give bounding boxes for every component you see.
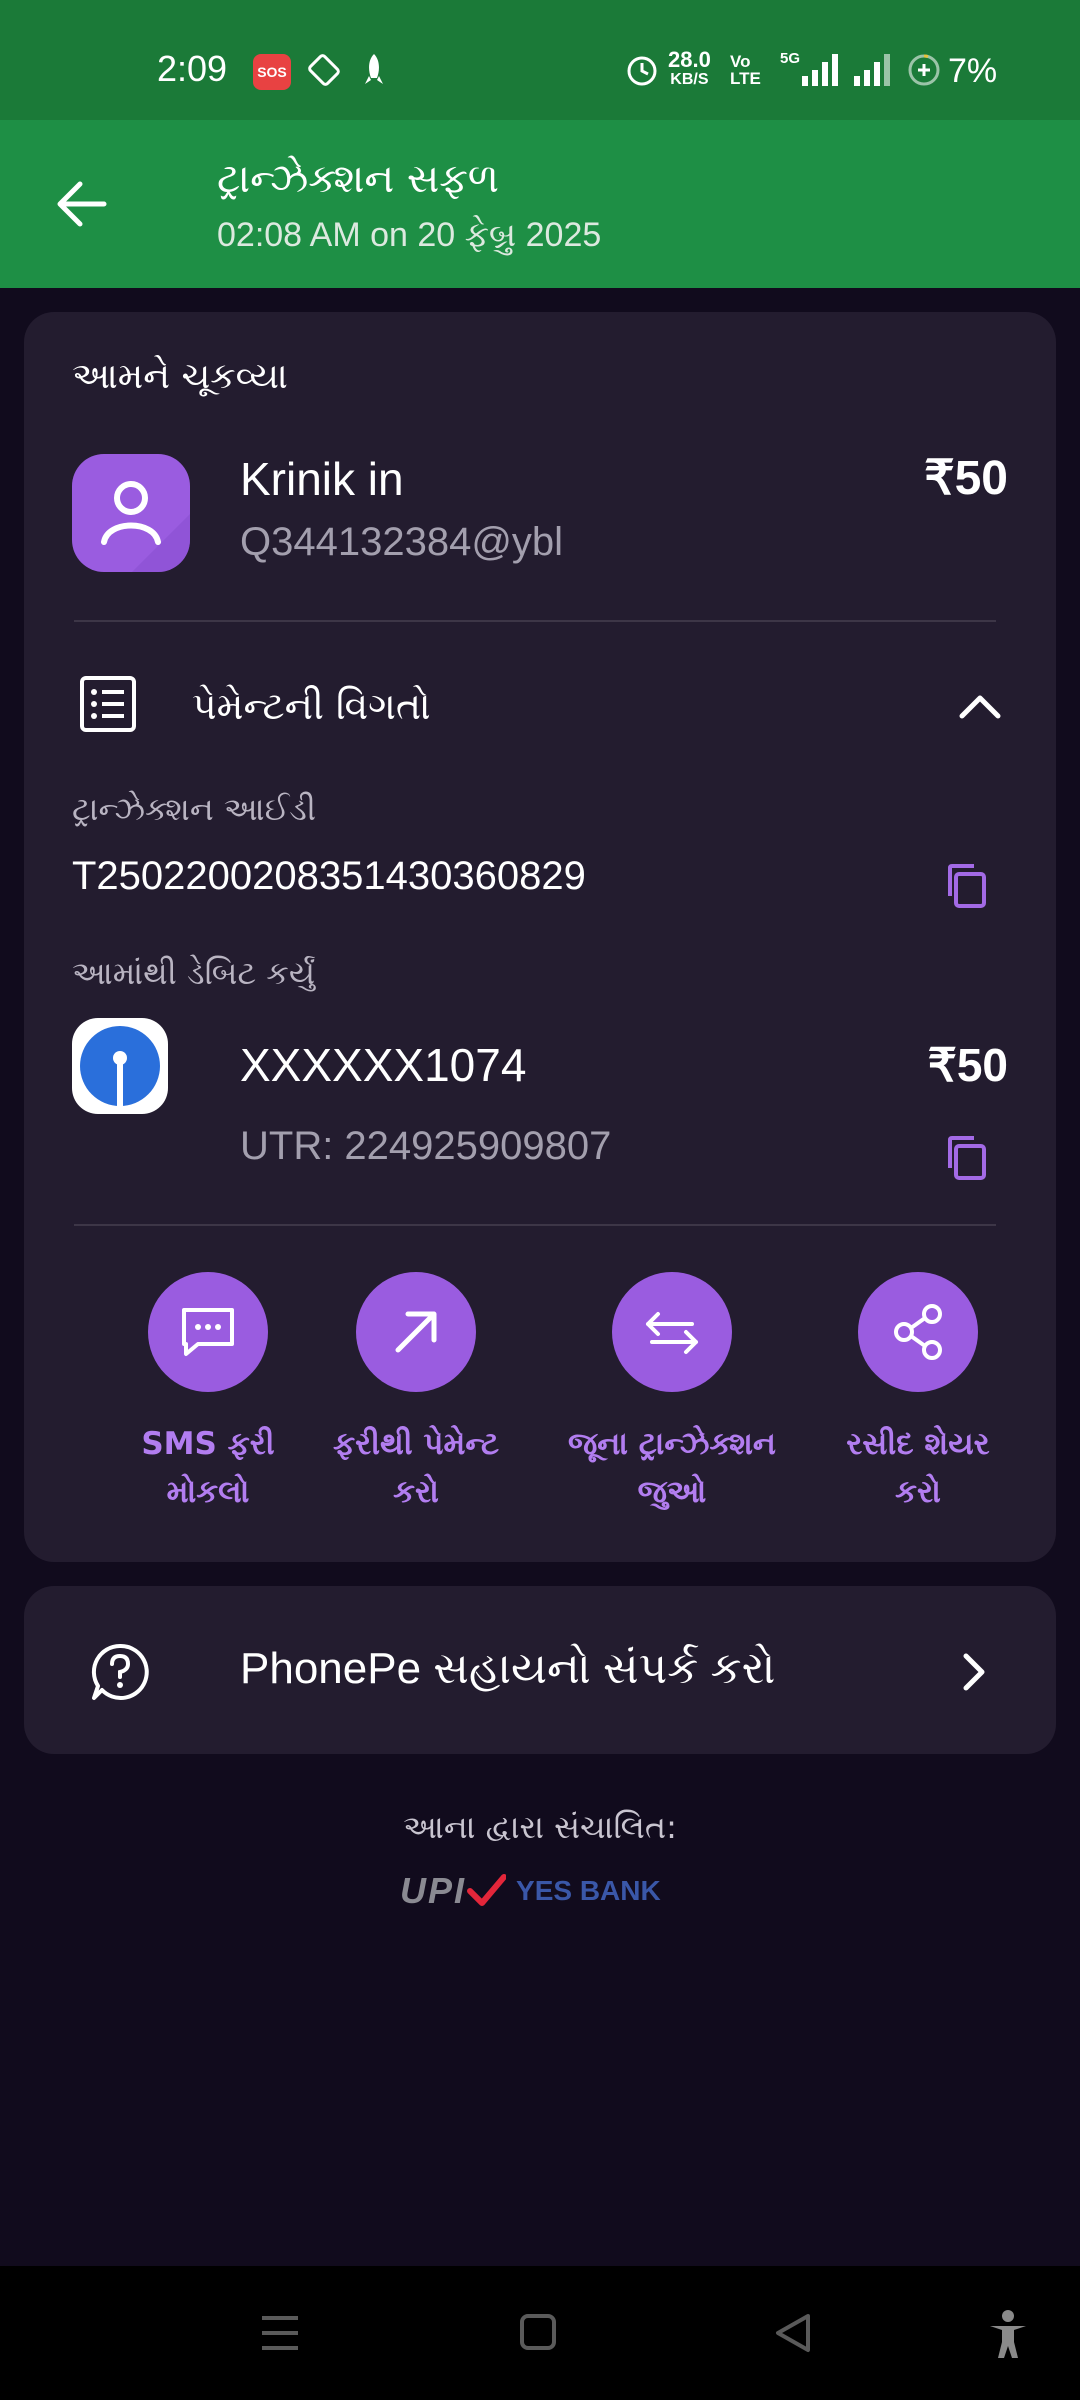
battery-percent: 7% xyxy=(948,52,998,90)
back-arrow-icon xyxy=(57,181,107,227)
payment-details-title[interactable]: પેમેન્ટની વિગતો xyxy=(192,684,431,729)
partner-logos: UPI YES BANK xyxy=(400,1866,690,1916)
copy-transaction-id-button[interactable] xyxy=(942,860,994,912)
app-header: ટ્રાન્ઝેક્શન સફળ 02:08 AM on 20 ફેબ્રુ 2… xyxy=(0,120,1080,288)
system-nav-bar xyxy=(0,2266,1080,2400)
transaction-id-label: ટ્રાન્ઝેક્શન આઈડી xyxy=(72,790,316,828)
sbi-bank-icon xyxy=(72,1018,168,1114)
help-chat-icon xyxy=(90,1642,150,1702)
pay-again-label: ફરીથી પેમેન્ટ કરો xyxy=(332,1426,500,1510)
debit-account-number: XXXXXX1074 xyxy=(240,1039,527,1091)
menu-lines-icon xyxy=(262,2316,298,2350)
recent-apps-button[interactable] xyxy=(250,2308,310,2358)
divider xyxy=(74,1224,996,1226)
square-icon xyxy=(520,2314,556,2350)
paid-to-label: આમને ચૂકવ્યા xyxy=(72,356,288,397)
status-time: 2:09 xyxy=(157,48,228,89)
utr-number: UTR: 224925909807 xyxy=(240,1124,612,1168)
debit-amount: ₹50 xyxy=(927,1039,1008,1091)
receipt-list-icon xyxy=(78,674,138,734)
debited-from-label: આમાંથી ડેબિટ કર્યું xyxy=(72,954,316,992)
transaction-id: T2502200208351430360829 xyxy=(72,854,586,898)
network-speed: 28.0 KB/S xyxy=(668,47,711,89)
divider xyxy=(74,620,996,622)
transaction-card: આમને ચૂકવ્યા Krinik in Q344132384@ybl ₹5… xyxy=(24,312,1056,1562)
arrow-up-right-icon xyxy=(356,1272,476,1392)
contact-support-label: PhonePe સહાયનો સંપર્ક કરો xyxy=(240,1644,776,1693)
back-button[interactable] xyxy=(52,172,116,236)
payee-avatar-icon xyxy=(72,454,190,572)
payment-amount: ₹50 xyxy=(924,452,1008,505)
volte-icon: Vo LTE xyxy=(730,52,761,88)
rocket-icon xyxy=(360,52,388,94)
payee-upi-id: Q344132384@ybl xyxy=(240,520,564,564)
share-receipt-button[interactable]: રસીદ શેયર કરો xyxy=(808,1272,1028,1516)
share-icon xyxy=(858,1272,978,1392)
network-type: 5G xyxy=(780,50,801,67)
accessibility-icon xyxy=(990,2310,1026,2358)
payee-name: Krinik in xyxy=(240,453,404,505)
transaction-timestamp: 02:08 AM on 20 ફેબ્રુ 2025 xyxy=(217,216,602,254)
sos-icon: SOS xyxy=(253,54,291,90)
collapse-chevron-icon[interactable] xyxy=(956,686,1004,726)
back-nav-button[interactable] xyxy=(764,2308,824,2358)
view-history-label: જૂના ટ્રાન્ઝેક્શન જુઓ xyxy=(567,1426,777,1510)
signal-icon xyxy=(800,52,840,94)
yes-bank-check-icon xyxy=(467,1874,507,1906)
yes-bank-logo: YES BANK xyxy=(516,1875,661,1906)
triangle-back-icon xyxy=(776,2314,810,2352)
rotate-icon xyxy=(306,52,342,94)
battery-saver-icon xyxy=(906,52,942,94)
resend-sms-button[interactable]: SMS ફરી મોકલો xyxy=(98,1272,318,1516)
copy-icon xyxy=(948,864,986,908)
alarm-icon xyxy=(624,52,660,94)
powered-by-label: આના દ્વારા સંચાલિત: xyxy=(403,1808,677,1846)
share-receipt-label: રસીદ શેયર કરો xyxy=(846,1426,990,1510)
chevron-right-icon xyxy=(954,1648,994,1696)
page-title: ટ્રાન્ઝેક્શન સફળ xyxy=(217,156,499,202)
resend-sms-label: SMS ફરી મોકલો xyxy=(141,1426,275,1510)
pay-again-button[interactable]: ફરીથી પેમેન્ટ કરો xyxy=(306,1272,526,1516)
signal-icon-2 xyxy=(852,52,892,94)
status-bar: 2:09 SOS 28.0 KB/S Vo LTE 5G 7% xyxy=(0,0,1080,120)
accessibility-button[interactable] xyxy=(984,2308,1032,2358)
copy-utr-button[interactable] xyxy=(942,1132,994,1184)
swap-arrows-icon xyxy=(612,1272,732,1392)
contact-support-button[interactable]: PhonePe સહાયનો સંપર્ક કરો xyxy=(24,1586,1056,1754)
upi-logo: UPI xyxy=(400,1870,467,1911)
view-history-button[interactable]: જૂના ટ્રાન્ઝેક્શન જુઓ xyxy=(562,1272,782,1516)
home-button[interactable] xyxy=(508,2308,568,2358)
copy-icon xyxy=(948,1136,986,1180)
message-icon xyxy=(148,1272,268,1392)
